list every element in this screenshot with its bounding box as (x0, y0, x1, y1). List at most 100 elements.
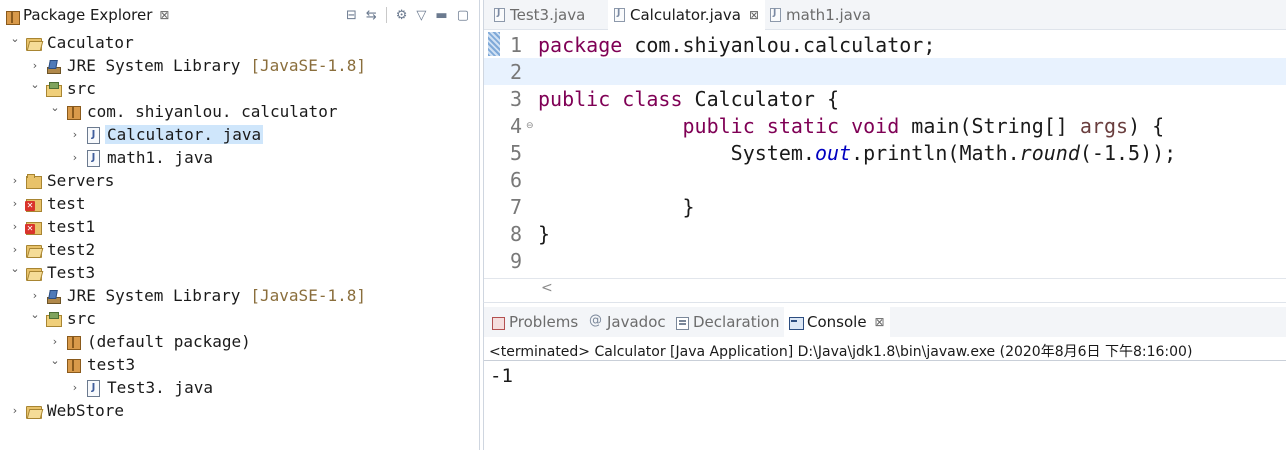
editor-tab[interactable]: Test3.java (488, 0, 591, 30)
filters-icon[interactable]: ⚙ (396, 8, 408, 23)
chevron-right-icon[interactable]: › (28, 289, 42, 302)
folder-icon (25, 173, 42, 189)
minimize-icon[interactable]: ▬ (435, 8, 447, 23)
tab-package-explorer[interactable]: Package Explorer ⊠ (4, 3, 169, 27)
code-text: package com.shiyanlou.calculator; (534, 33, 935, 57)
chevron-down-icon[interactable]: ⌄ (28, 78, 42, 91)
chevron-right-icon[interactable]: › (68, 151, 82, 164)
code-line[interactable]: 2 (484, 58, 1286, 85)
link-with-editor-icon[interactable]: ⇆ (366, 8, 377, 23)
tree-item[interactable]: › (default package) (48, 330, 253, 353)
chevron-down-icon[interactable]: ⌄ (8, 32, 22, 45)
code-token: .println(Math. (851, 140, 1020, 165)
tree-item-label: Servers (47, 171, 115, 190)
tree-item[interactable]: › test2 (8, 238, 97, 261)
chevron-right-icon[interactable]: › (8, 174, 22, 187)
code-line[interactable]: 6 (484, 166, 1286, 193)
code-token: (-1.5)); (1079, 140, 1177, 165)
tab-problems[interactable]: Problems (486, 307, 583, 337)
tree-item[interactable]: › WebStore (8, 399, 126, 422)
chevron-right-icon[interactable]: › (28, 59, 42, 72)
tree-item[interactable]: › Test3. java (68, 376, 215, 399)
tab-declaration[interactable]: Declaration (670, 307, 784, 337)
package-explorer-title: Package Explorer (23, 6, 153, 24)
editor-tab[interactable]: Calculator.java ⊠ (608, 0, 766, 30)
fold-icon[interactable]: ⊖ (526, 121, 534, 131)
java-file-icon (85, 126, 101, 144)
maximize-icon[interactable]: ▢ (457, 8, 469, 23)
toolbar-separator (385, 7, 387, 23)
tree-item[interactable]: ⌄ Caculator (8, 31, 136, 54)
code-line[interactable]: 1 package com.shiyanlou.calculator; (484, 31, 1286, 58)
console-tab-label: Declaration (693, 313, 780, 331)
tree-item[interactable]: ⌄ src (28, 307, 98, 330)
tree-item[interactable]: › JRE System Library [JavaSE-1.8] (28, 284, 366, 307)
code-line[interactable]: 9 (484, 247, 1286, 274)
problems-icon (491, 316, 505, 330)
tree-item[interactable]: ⌄ test3 (48, 353, 137, 376)
java-file-icon (85, 149, 101, 167)
chevron-right-icon[interactable]: › (68, 128, 82, 141)
scroll-left-icon[interactable]: < (541, 280, 553, 296)
code-token: round (1019, 140, 1080, 165)
editor-tab-bar: Test3.java Calculator.java ⊠ math1.java (484, 0, 1286, 30)
package-explorer-icon (4, 9, 20, 25)
error-project-icon (25, 196, 42, 212)
chevron-down-icon[interactable]: ⌄ (48, 354, 62, 367)
chevron-right-icon[interactable]: › (48, 335, 62, 348)
code-token: out (814, 140, 852, 165)
code-token: Calculator { (682, 86, 840, 111)
tree-item[interactable]: › test (8, 192, 88, 215)
horizontal-scrollbar[interactable]: < (484, 278, 1286, 300)
tree-item[interactable]: ⌄ Test3 (8, 261, 97, 284)
code-line[interactable]: 3 public class Calculator { (484, 85, 1286, 112)
tree-item[interactable]: › Servers (8, 169, 116, 192)
code-token: } (538, 221, 551, 246)
console-tab-label: Javadoc (607, 313, 666, 331)
tree-item[interactable]: › math1. java (68, 146, 215, 169)
source-folder-icon (45, 81, 62, 97)
code-line[interactable]: 7 } (484, 193, 1286, 220)
chevron-right-icon[interactable]: › (8, 404, 22, 417)
console-tab-label: Console (807, 313, 867, 331)
code-token: ) { (1128, 113, 1165, 138)
console-output[interactable]: -1 (490, 365, 513, 387)
tab-console[interactable]: Console ⊠ (784, 307, 890, 337)
editor-tab[interactable]: math1.java (764, 0, 877, 30)
console-status: <terminated> Calculator [Java Applicatio… (489, 344, 1193, 360)
chevron-right-icon[interactable]: › (8, 197, 22, 210)
tree-item-decoration: [JavaSE-1.8] (250, 286, 366, 305)
change-marker (488, 32, 500, 56)
code-text: public static void main(String[] args) { (534, 113, 1165, 138)
close-icon[interactable]: ⊠ (875, 315, 885, 329)
tab-javadoc[interactable]: Javadoc (584, 307, 671, 337)
tree-item[interactable]: › Calculator. java (68, 123, 264, 146)
close-icon[interactable]: ⊠ (749, 8, 759, 22)
console-icon (789, 316, 804, 330)
tree-item[interactable]: ⌄ src (28, 77, 98, 100)
view-menu-icon[interactable]: ▽ (416, 8, 426, 23)
collapse-all-icon[interactable]: ⊟ (346, 8, 357, 23)
chevron-down-icon[interactable]: ⌄ (48, 101, 62, 114)
chevron-right-icon[interactable]: › (68, 381, 82, 394)
tree-item-label: (default package) (87, 332, 251, 351)
tree-item[interactable]: ⌄ com. shiyanlou. calculator (48, 100, 339, 123)
code-line[interactable]: 5 System.out.println(Math.round(-1.5)); (484, 139, 1286, 166)
declaration-icon (675, 316, 689, 330)
close-icon[interactable]: ⊠ (159, 8, 169, 22)
tree-item[interactable]: › JRE System Library [JavaSE-1.8] (28, 54, 366, 77)
tree-item[interactable]: › test1 (8, 215, 97, 238)
code-line[interactable]: 4 ⊖ public static void main(String[] args… (484, 112, 1286, 139)
chevron-right-icon[interactable]: › (8, 220, 22, 233)
tree-item-label: com. shiyanlou. calculator (87, 102, 338, 121)
tree-item-label: Calculator. java (105, 125, 264, 144)
line-number: 7 (509, 194, 522, 219)
code-line[interactable]: 8} (484, 220, 1286, 247)
chevron-down-icon[interactable]: ⌄ (28, 308, 42, 321)
project-icon (25, 265, 42, 281)
chevron-right-icon[interactable]: › (8, 243, 22, 256)
chevron-down-icon[interactable]: ⌄ (8, 262, 22, 275)
